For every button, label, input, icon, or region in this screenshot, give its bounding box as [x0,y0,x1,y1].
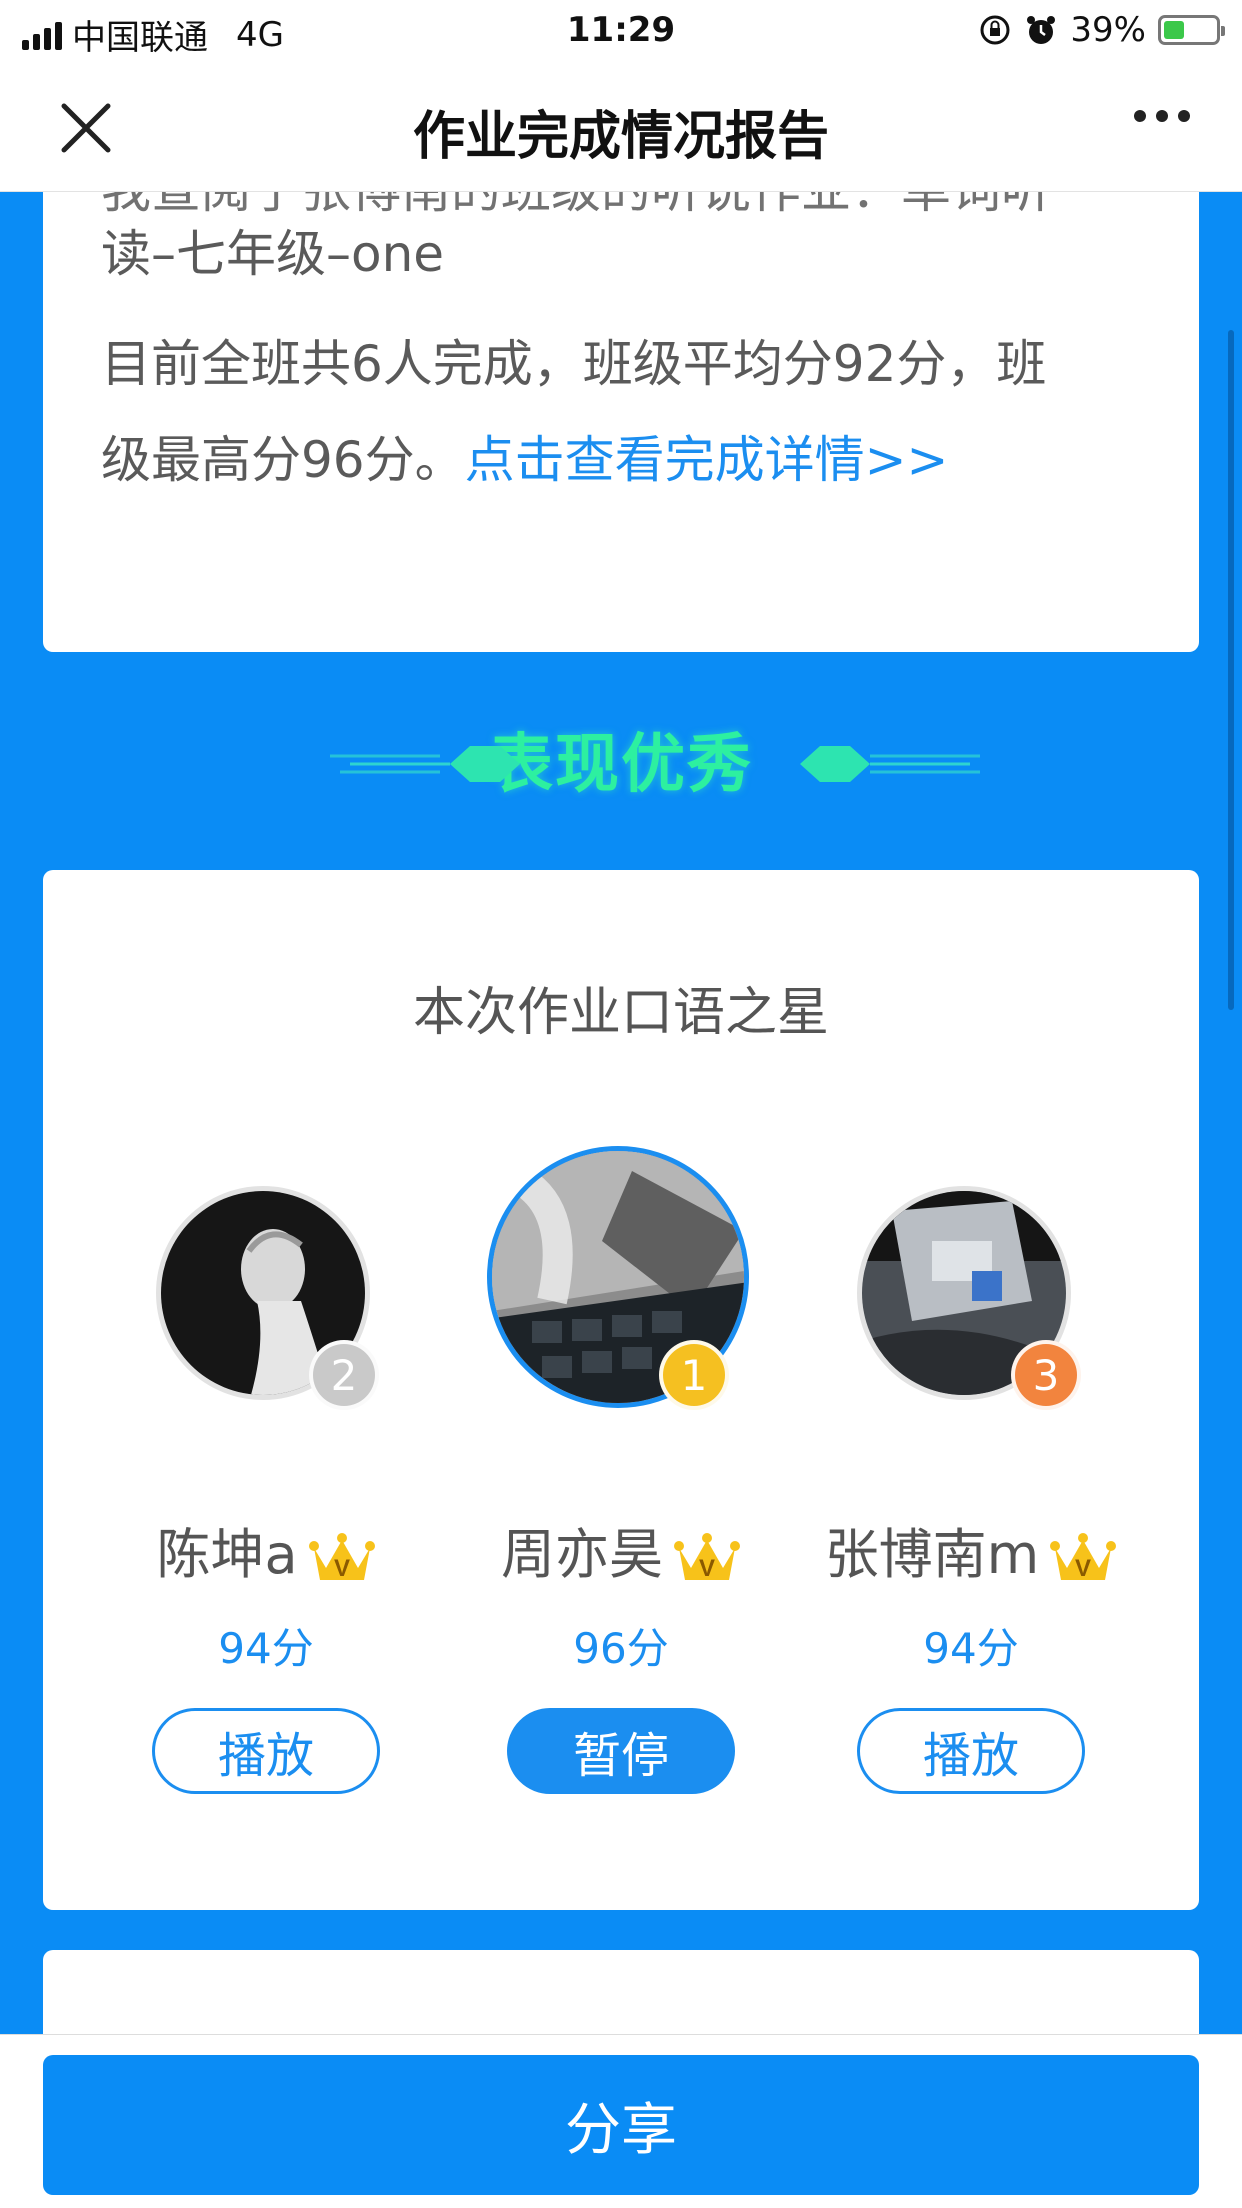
summary-line-2: 读–七年级–one [101,225,445,283]
excellent-banner: 表现优秀 [0,720,1242,810]
student-score: 94分 [218,1624,314,1673]
crown-icon: V [1050,1533,1117,1582]
student-name: 陈坤a [156,1523,298,1586]
banner-left-decoration [330,746,520,782]
svg-text:V: V [699,1555,715,1582]
rank-badge: 1 [659,1340,729,1410]
play-button[interactable]: 播放 [857,1708,1085,1794]
nav-bar: 作业完成情况报告 [0,62,1242,192]
svg-text:V: V [1075,1555,1091,1582]
svg-text:V: V [334,1555,350,1582]
banner-title: 表现优秀 [489,728,753,802]
battery-fill [1164,21,1184,39]
student-name: 周亦昊 [501,1523,663,1586]
student-score: 94分 [923,1624,1019,1673]
pause-button[interactable]: 暂停 [507,1708,735,1794]
share-button[interactable]: 分享 [43,2055,1199,2195]
summary-line-4-prefix: 级最高分96分。 [101,431,465,489]
scrollbar[interactable] [1228,330,1234,1010]
rotation-lock-icon [980,15,1010,45]
play-button[interactable]: 播放 [152,1708,380,1794]
student-name-row: 张博南m V [811,1510,1131,1589]
crown-icon: V [308,1533,375,1582]
page-title: 作业完成情况报告 [412,107,829,167]
status-right: 39% [978,10,1225,50]
star-item-rank-1: 1 周亦昊 V 96分 暂停 [461,870,781,1910]
crown-icon: V [674,1533,740,1582]
star-item-rank-2: 2 陈坤a V 94分 播放 [106,870,426,1910]
summary-line-4: 级最高分96分。点击查看完成详情>> [101,412,1141,508]
details-link[interactable]: 点击查看完成详情>> [465,431,949,489]
status-bar: 中国联通 4G 11:29 39% [0,0,1242,62]
student-name: 张博南m [824,1523,1040,1586]
rank-badge: 3 [1011,1340,1081,1410]
student-name-row: 周亦昊 V [461,1510,781,1589]
summary-line-3: 目前全班共6人完成，班级平均分92分，班 [101,335,1047,393]
stars-card: 本次作业口语之星 2 陈坤a V 94分 播放 1 周亦昊 V 96分 暂停 3… [43,870,1199,1910]
student-score: 96分 [573,1624,669,1673]
battery-icon [1158,15,1225,45]
more-icon[interactable] [1134,110,1190,122]
bottom-bar: 分享 [0,2034,1242,2208]
student-name-row: 陈坤a V [106,1510,426,1589]
alarm-icon [1027,16,1056,44]
banner-right-decoration [800,746,980,782]
rank-badge: 2 [309,1340,379,1410]
battery-percent: 39% [1070,10,1146,50]
summary-card: 我查阅了张博南的班级的听说作业：单词听 读–七年级–one 目前全班共6人完成，… [43,150,1199,652]
star-item-rank-3: 3 张博南m V 94分 播放 [811,870,1131,1910]
